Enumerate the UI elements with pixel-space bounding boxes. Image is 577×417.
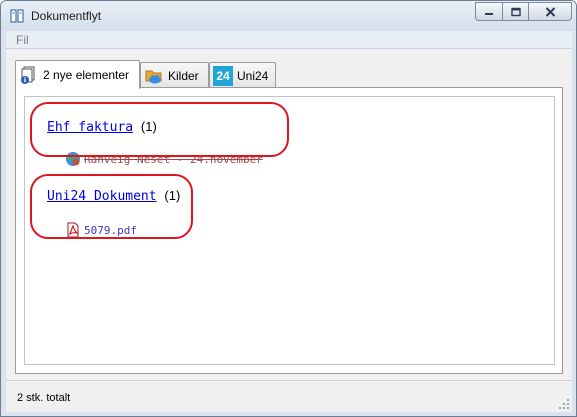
tab-uni24-label: Uni24 <box>237 68 269 83</box>
app-window: Dokumentflyt Fil 2 nye elementer Kilder … <box>0 0 577 417</box>
tab-sources[interactable]: Kilder <box>140 62 209 88</box>
documents-info-icon <box>21 66 35 84</box>
uni24-logo-icon: 24 <box>213 65 233 86</box>
title-bar[interactable]: Dokumentflyt <box>1 1 576 31</box>
highlight-annotation <box>30 174 193 239</box>
minimize-button[interactable] <box>475 2 502 21</box>
minimize-icon <box>485 12 493 15</box>
tab-panel: Ehf faktura (1) Ranveig Neset - 24.novem… <box>15 87 563 374</box>
tab-new-items[interactable]: 2 nye elementer <box>15 60 140 89</box>
tab-new-items-label: 2 nye elementer <box>43 68 130 82</box>
status-text: 2 stk. totalt <box>17 392 71 404</box>
highlight-annotation <box>30 102 289 157</box>
close-icon <box>545 6 555 17</box>
menu-file[interactable]: Fil <box>16 33 29 47</box>
window-title: Dokumentflyt <box>31 9 102 23</box>
maximize-button[interactable] <box>502 2 528 21</box>
cloud-folder-icon <box>145 70 162 83</box>
tab-uni24[interactable]: 24 Uni24 <box>209 62 276 88</box>
maximize-icon <box>510 7 521 16</box>
status-bar: 2 stk. totalt <box>6 380 572 412</box>
menu-bar: Fil <box>6 31 572 49</box>
app-icon <box>10 9 24 23</box>
document-list: Ehf faktura (1) Ranveig Neset - 24.novem… <box>24 96 555 365</box>
resize-grip-icon[interactable] <box>558 398 570 410</box>
tab-sources-label: Kilder <box>168 68 199 83</box>
window-controls <box>475 2 572 21</box>
client-area: 2 nye elementer Kilder 24 Uni24 Ehf fakt… <box>6 49 572 412</box>
close-button[interactable] <box>528 2 572 21</box>
